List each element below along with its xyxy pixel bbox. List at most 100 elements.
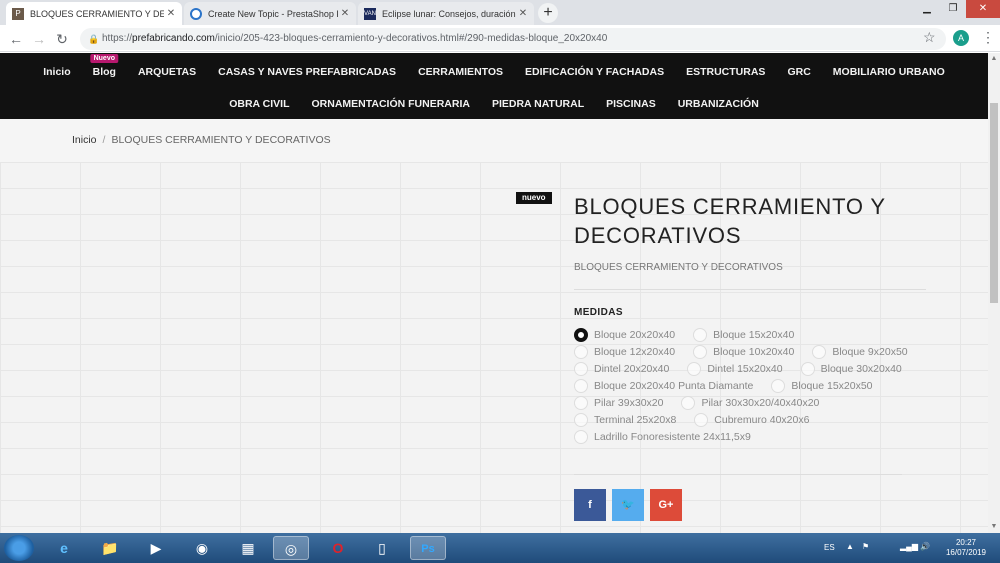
medida-option[interactable]: Terminal 25x20x8 — [574, 412, 676, 427]
radio-button[interactable] — [574, 395, 588, 410]
radio-button[interactable] — [574, 412, 588, 427]
radio-button[interactable] — [681, 395, 696, 410]
network-icon[interactable]: ▂▄▆ — [900, 542, 918, 551]
scrollbar-thumb[interactable] — [990, 103, 998, 303]
twitter-share-button[interactable]: 🐦 — [612, 489, 644, 521]
radio-button[interactable] — [693, 327, 708, 342]
medida-option[interactable]: Dintel 15x20x40 — [687, 361, 783, 376]
nav-item-blog[interactable]: Blog Nuevo — [82, 54, 127, 78]
medida-option[interactable]: Bloque 10x20x40 — [693, 344, 794, 359]
medida-option[interactable]: Dintel 20x20x40 — [574, 361, 669, 376]
tab-title: Create New Topic - PrestaShop F — [208, 8, 338, 19]
option-row: Pilar 39x30x20 Pilar 30x30x20/40x40x20 — [574, 394, 934, 411]
medida-option[interactable]: Bloque 30x20x40 — [800, 361, 902, 376]
lock-icon: 🔒 — [88, 34, 100, 44]
close-icon[interactable]: ✕ — [164, 8, 178, 19]
radio-button[interactable] — [574, 378, 588, 393]
radio-button[interactable] — [693, 344, 708, 359]
reload-icon[interactable]: ↻ — [52, 29, 72, 49]
tab-eclipse[interactable]: VAN Eclipse lunar: Consejos, duración ✕ — [358, 2, 534, 25]
nav-item-grc[interactable]: GRC — [776, 66, 821, 78]
medida-option[interactable]: Bloque 12x20x40 — [574, 344, 676, 359]
start-button[interactable] — [4, 535, 34, 561]
medida-option[interactable]: Ladrillo Fonoresistente 24x11,5x9 — [574, 429, 751, 444]
new-tab-button[interactable]: + — [538, 3, 558, 23]
close-icon[interactable]: ✕ — [516, 8, 530, 19]
option-label: Dintel 15x20x40 — [707, 362, 783, 375]
radio-button[interactable] — [771, 378, 786, 393]
medida-option[interactable]: Pilar 39x30x20 — [574, 395, 663, 410]
nav-item-piscinas[interactable]: PISCINAS — [595, 98, 667, 110]
system-tray: ES ▲ ⚑ ▂▄▆ 🔊 20:27 16/07/2019 — [820, 533, 1000, 563]
medida-option[interactable]: Bloque 15x20x50 — [771, 378, 873, 393]
medida-option[interactable]: Cubremuro 40x20x6 — [694, 412, 809, 427]
nav-item-urbanizaci-n[interactable]: URBANIZACIÓN — [667, 98, 770, 110]
medida-option[interactable]: Bloque 20x20x40 — [574, 327, 675, 342]
close-icon[interactable]: ✕ — [338, 8, 352, 19]
product-section: nuevo BLOQUES CERRAMIENTO Y DECORATIVOS … — [0, 162, 988, 533]
opera-icon[interactable]: O — [320, 536, 356, 560]
option-row: Terminal 25x20x8 Cubremuro 40x20x6 — [574, 411, 934, 428]
radio-button[interactable] — [812, 344, 827, 359]
googleplus-share-button[interactable]: G+ — [650, 489, 682, 521]
scroll-up-icon[interactable]: ▲ — [988, 53, 1000, 65]
medida-option[interactable]: Pilar 30x30x20/40x40x20 — [681, 395, 819, 410]
language-indicator[interactable]: ES — [824, 543, 835, 552]
photoshop-icon[interactable]: Ps — [410, 536, 446, 560]
back-arrow-icon[interactable]: ← — [6, 29, 26, 49]
nav-item-mobiliario-urbano[interactable]: MOBILIARIO URBANO — [822, 66, 956, 78]
nav-item-inicio[interactable]: Inicio — [32, 66, 81, 78]
option-row: Dintel 20x20x40 Dintel 15x20x40 Bloque 30x… — [574, 360, 934, 377]
nav-item-arquetas[interactable]: ARQUETAS — [127, 66, 207, 78]
menu-dots-icon[interactable]: ⋮ — [981, 29, 995, 46]
tab-title: Eclipse lunar: Consejos, duración — [382, 8, 516, 19]
flag-icon[interactable]: ⚑ — [862, 542, 869, 551]
nav-item-ornamentaci-n-funeraria[interactable]: ORNAMENTACIÓN FUNERARIA — [300, 98, 480, 110]
breadcrumb-home-link[interactable]: Inicio — [72, 134, 97, 146]
radio-button[interactable] — [574, 429, 588, 444]
media-player-icon[interactable]: ▶ — [138, 536, 174, 560]
tab-bloques[interactable]: P BLOQUES CERRAMIENTO Y DECORATIVOS ✕ — [6, 2, 182, 25]
option-row: Bloque 12x20x40 Bloque 10x20x40 Bloque 9x2… — [574, 343, 934, 360]
radio-button[interactable] — [574, 361, 588, 376]
radio-button[interactable] — [800, 361, 815, 376]
nav-item-cerramientos[interactable]: CERRAMIENTOS — [407, 66, 514, 78]
app-window-icon[interactable]: ▦ — [230, 536, 266, 560]
page-scrollbar[interactable]: ▲ ▼ — [988, 53, 1000, 533]
profile-avatar[interactable]: A — [953, 30, 969, 46]
nav-item-piedra-natural[interactable]: PIEDRA NATURAL — [481, 98, 595, 110]
clock[interactable]: 20:27 16/07/2019 — [940, 538, 992, 558]
address-bar[interactable]: 🔒 https://prefabricando.com/inicio/205-4… — [80, 28, 946, 50]
clock-date: 16/07/2019 — [945, 548, 987, 557]
maximize-icon[interactable]: ❐ — [940, 0, 966, 18]
medida-option[interactable]: Bloque 15x20x40 — [693, 327, 794, 342]
radio-button[interactable] — [694, 412, 709, 427]
forward-arrow-icon[interactable]: → — [29, 29, 49, 49]
nav-item-casas-y-naves-prefabricadas[interactable]: CASAS Y NAVES PREFABRICADAS — [207, 66, 407, 78]
radio-button[interactable] — [687, 361, 702, 376]
folder-icon[interactable]: 📁 — [92, 536, 128, 560]
app-icon[interactable]: ◉ — [184, 536, 220, 560]
ie-icon[interactable]: e — [46, 536, 82, 560]
new-badge: nuevo — [516, 192, 552, 204]
radio-button[interactable] — [574, 344, 588, 359]
minimize-icon[interactable]: ▁ — [914, 0, 940, 18]
radio-button[interactable] — [574, 327, 588, 342]
medida-option[interactable]: Bloque 9x20x50 — [812, 344, 908, 359]
volume-icon[interactable]: 🔊 — [920, 542, 930, 551]
nav-item-edificaci-n-y-fachadas[interactable]: EDIFICACIÓN Y FACHADAS — [514, 66, 675, 78]
scroll-down-icon[interactable]: ▼ — [988, 521, 1000, 533]
nav-item-estructuras[interactable]: ESTRUCTURAS — [675, 66, 776, 78]
option-label: Bloque 12x20x40 — [594, 345, 676, 358]
facebook-share-button[interactable]: f — [574, 489, 606, 521]
tab-prestashop[interactable]: Create New Topic - PrestaShop F ✕ — [184, 2, 356, 25]
medida-option[interactable]: Bloque 20x20x40 Punta Diamante — [574, 378, 753, 393]
bookmark-star-icon[interactable]: ☆ — [923, 29, 936, 46]
breadcrumb-current: BLOQUES CERRAMIENTO Y DECORATIVOS — [111, 134, 331, 146]
breadcrumb-bar: Inicio / BLOQUES CERRAMIENTO Y DECORATIVOS — [0, 119, 988, 162]
window-close-icon[interactable]: ✕ — [966, 0, 1000, 18]
nav-item-obra-civil[interactable]: OBRA CIVIL — [218, 98, 300, 110]
chrome-icon[interactable]: ◎ — [273, 536, 309, 560]
document-icon[interactable]: ▯ — [364, 536, 400, 560]
tray-arrow-icon[interactable]: ▲ — [846, 542, 854, 551]
